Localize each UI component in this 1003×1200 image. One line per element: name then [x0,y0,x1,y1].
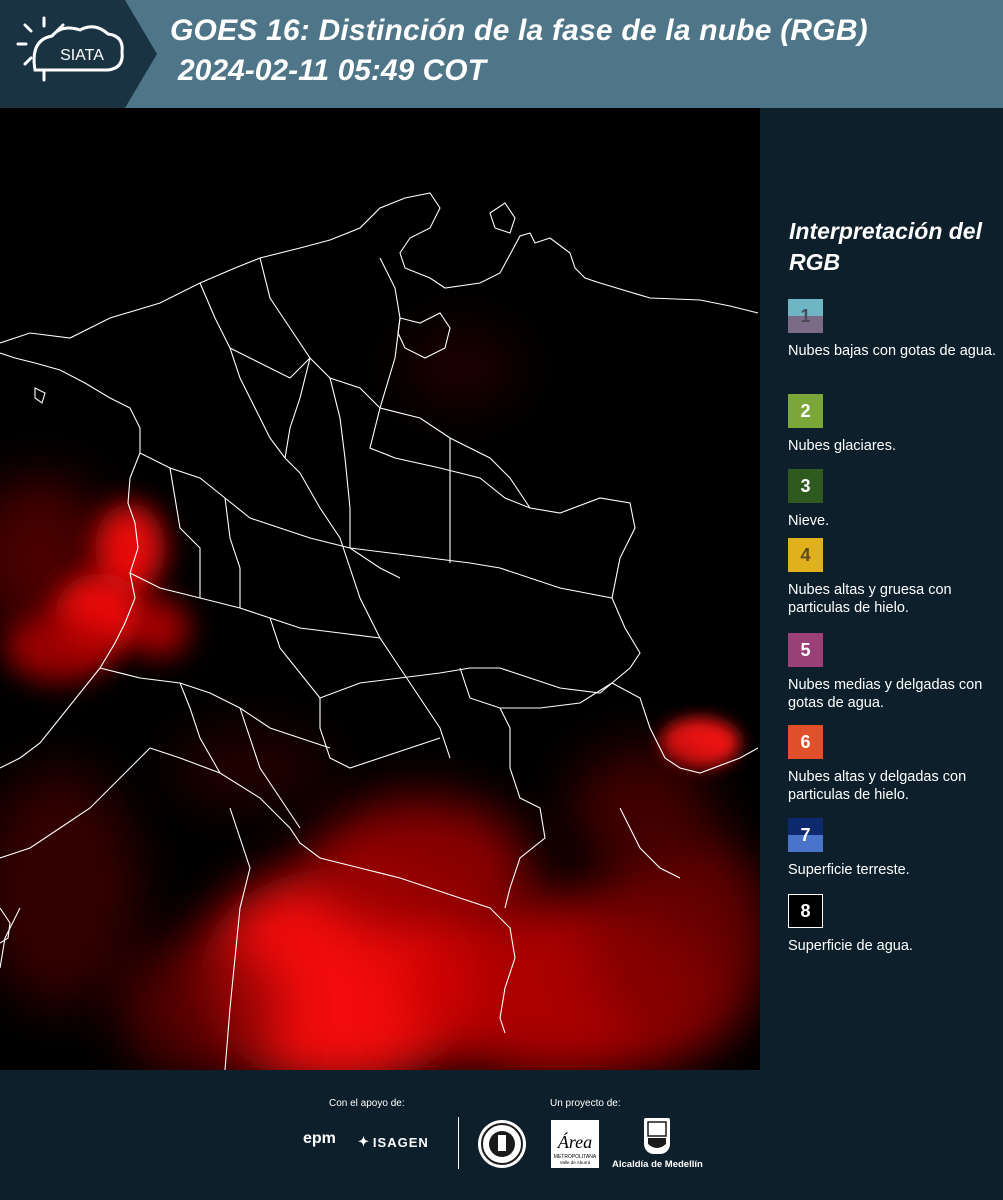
epm-logo: epm [303,1130,336,1147]
alcaldia-shield-icon [644,1118,670,1154]
project-label: Un proyecto de: [550,1098,621,1109]
legend-swatch-4: 4 [788,538,823,572]
legend-label-1: Nubes bajas con gotas de agua. [788,343,996,359]
legend-panel: Interpretación del RGB 1 Nubes bajas con… [760,108,1003,1070]
seal-logo [478,1120,526,1168]
footer: Con el apoyo de: Un proyecto de: epm ✦ I… [0,1070,1003,1200]
legend-label-3: Nieve. [788,513,830,529]
legend-title: Interpretación del RGB [789,218,982,275]
legend-item-8: 8 Superficie de agua. [788,894,1000,955]
legend-label-7: Superficie terreste. [788,862,910,878]
legend-swatch-7: 7 [788,818,823,852]
legend-swatch-3: 3 [788,469,823,503]
isagen-text: ISAGEN [372,1134,429,1150]
footer-divider [458,1117,459,1169]
legend-label-2: Nubes glaciares. [788,438,896,454]
legend-label-4: Nubes altas y gruesa con particulas de h… [788,582,952,616]
page-timestamp: 2024-02-11 05:49 COT [178,54,486,87]
satellite-map [0,108,760,1070]
support-label: Con el apoyo de: [329,1098,405,1109]
logo-text: SIATA [60,47,104,64]
legend-label-5: Nubes medias y delgadas con gotas de agu… [788,677,983,711]
page: SIATA GOES 16: Distinción de la fase de … [0,0,1003,1200]
legend-item-3: 3 Nieve. [788,469,1000,530]
header: SIATA GOES 16: Distinción de la fase de … [0,0,1003,108]
legend-item-1: 1 Nubes bajas con gotas de agua. [788,299,1000,360]
legend-item-7: 7 Superficie terreste. [788,818,1000,879]
legend-swatch-1: 1 [788,299,823,333]
alcaldia-text: Alcaldía de Medellín [612,1159,703,1170]
siata-logo: SIATA [0,0,160,108]
legend-item-2: 2 Nubes glaciares. [788,394,1000,455]
isagen-logo: ✦ ISAGEN [358,1134,429,1150]
legend-item-4: 4 Nubes altas y gruesa con particulas de… [788,538,1000,617]
legend-swatch-6: 6 [788,725,823,759]
svg-text:Área: Área [557,1131,592,1152]
isagen-icon: ✦ [358,1134,370,1149]
legend-label-6: Nubes altas y delgadas con particulas de… [788,769,967,803]
legend-swatch-8: 8 [788,894,823,928]
legend-item-5: 5 Nubes medias y delgadas con gotas de a… [788,633,1000,712]
legend-item-6: 6 Nubes altas y delgadas con particulas … [788,725,1000,804]
area-metropolitana-logo: Área METROPOLITANA Valle de Aburrá [551,1120,599,1168]
legend-swatch-5: 5 [788,633,823,667]
page-title: GOES 16: Distinción de la fase de la nub… [170,14,868,47]
legend-swatch-2: 2 [788,394,823,428]
legend-label-8: Superficie de agua. [788,938,913,954]
area-text2: Valle de Aburrá [560,1160,591,1165]
